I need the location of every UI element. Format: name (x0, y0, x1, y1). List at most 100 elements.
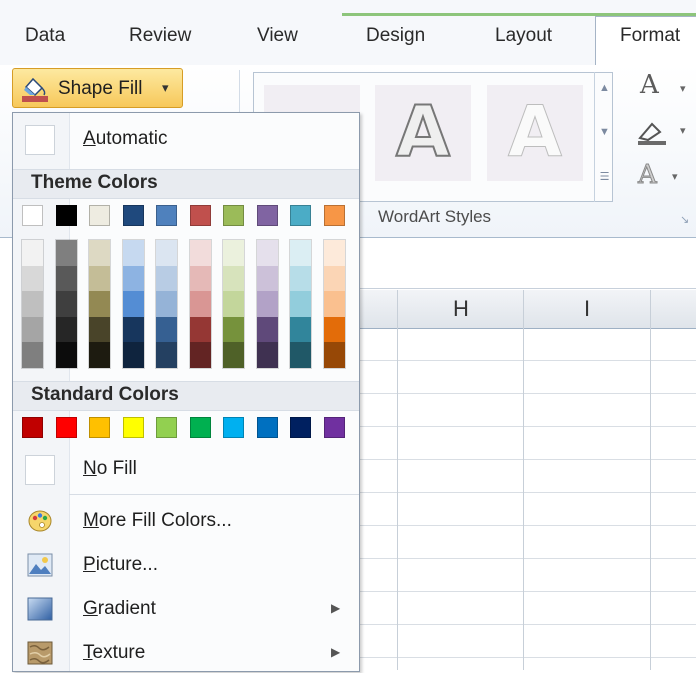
theme-shade-swatch[interactable] (290, 291, 311, 318)
theme-shade-swatch[interactable] (256, 316, 278, 343)
standard-color-swatch[interactable] (22, 417, 43, 438)
theme-shade-swatch[interactable] (323, 240, 345, 266)
chevron-down-icon[interactable]: ▾ (680, 82, 686, 95)
more-fill-colors-item[interactable]: More Fill Colors... (13, 501, 359, 541)
theme-shade-swatch[interactable] (156, 291, 177, 318)
theme-shade-swatch[interactable] (323, 316, 345, 343)
theme-shade-swatch[interactable] (156, 265, 177, 292)
theme-shade-swatch[interactable] (323, 265, 345, 292)
theme-color-swatch[interactable] (290, 205, 311, 226)
theme-shade-swatch[interactable] (290, 342, 311, 369)
theme-shade-swatch[interactable] (223, 342, 244, 369)
theme-shade-swatch[interactable] (323, 291, 345, 318)
text-outline-icon[interactable] (636, 116, 670, 146)
theme-color-swatch[interactable] (122, 205, 144, 226)
theme-shade-swatch[interactable] (189, 265, 211, 292)
text-fill-icon[interactable]: A (640, 70, 659, 100)
theme-shade-swatch[interactable] (256, 342, 278, 369)
tab-view[interactable]: View (257, 25, 298, 47)
tab-layout[interactable]: Layout (495, 25, 552, 47)
theme-shade-swatch[interactable] (290, 265, 311, 292)
theme-shade-swatch[interactable] (22, 316, 43, 343)
dialog-launcher-icon[interactable]: ↘ (680, 213, 689, 226)
gallery-scroll[interactable]: ▲ ▼ ☰ (594, 72, 614, 202)
standard-color-swatch[interactable] (55, 417, 77, 438)
theme-shade-swatch[interactable] (55, 291, 77, 318)
theme-shade-swatch[interactable] (122, 316, 144, 343)
theme-shade-swatch[interactable] (22, 342, 43, 369)
theme-shade-swatch[interactable] (256, 240, 278, 266)
tab-review[interactable]: Review (129, 25, 191, 47)
wordart-style-2[interactable]: A (375, 85, 471, 181)
theme-shade-swatch[interactable] (256, 291, 278, 318)
picture-item[interactable]: Picture... (13, 545, 359, 585)
standard-color-swatch[interactable] (122, 417, 144, 438)
theme-color-swatch[interactable] (256, 205, 278, 226)
column-header-h[interactable]: H (453, 296, 469, 322)
shape-fill-button[interactable]: Shape Fill ▾ (12, 68, 183, 108)
scroll-up-icon[interactable]: ▲ (595, 82, 614, 94)
theme-color-swatch[interactable] (189, 205, 211, 226)
standard-color-swatch[interactable] (290, 417, 311, 438)
standard-color-swatch[interactable] (223, 417, 244, 438)
theme-shade-swatch[interactable] (22, 291, 43, 318)
theme-shade-swatch[interactable] (189, 291, 211, 318)
theme-shade-swatch[interactable] (323, 342, 345, 369)
theme-shade-swatch[interactable] (89, 316, 110, 343)
theme-shade-swatch[interactable] (55, 316, 77, 343)
theme-shade-swatch[interactable] (89, 342, 110, 369)
tab-design[interactable]: Design (366, 25, 425, 47)
theme-shade-swatch[interactable] (156, 316, 177, 343)
theme-shade-swatch[interactable] (122, 342, 144, 369)
standard-color-swatch[interactable] (256, 417, 278, 438)
theme-color-swatch[interactable] (55, 205, 77, 226)
gallery-expand-icon[interactable]: ☰ (595, 170, 614, 183)
theme-shade-swatch[interactable] (256, 265, 278, 292)
theme-shade-swatch[interactable] (89, 240, 110, 266)
standard-color-swatch[interactable] (189, 417, 211, 438)
theme-color-swatch[interactable] (89, 205, 110, 226)
chevron-down-icon[interactable]: ▾ (672, 170, 678, 183)
theme-color-swatch[interactable] (156, 205, 177, 226)
theme-shade-swatch[interactable] (156, 342, 177, 369)
gradient-item[interactable]: Gradient ▶ (13, 589, 359, 629)
theme-shade-swatch[interactable] (223, 265, 244, 292)
theme-shade-swatch[interactable] (189, 342, 211, 369)
worksheet-grid[interactable] (360, 328, 696, 670)
standard-color-swatch[interactable] (89, 417, 110, 438)
theme-color-swatch[interactable] (223, 205, 244, 226)
theme-shade-swatch[interactable] (290, 316, 311, 343)
theme-shade-swatch[interactable] (122, 291, 144, 318)
scroll-down-icon[interactable]: ▼ (595, 126, 614, 138)
theme-shade-swatch[interactable] (22, 265, 43, 292)
theme-shade-swatch[interactable] (223, 240, 244, 266)
chevron-down-icon[interactable]: ▾ (680, 124, 686, 137)
automatic-item[interactable]: Automatic (13, 119, 359, 159)
texture-item[interactable]: Texture ▶ (13, 633, 359, 673)
text-effects-icon[interactable]: A (638, 160, 658, 191)
theme-shade-swatch[interactable] (223, 291, 244, 318)
theme-color-swatch[interactable] (323, 205, 345, 226)
theme-shade-swatch[interactable] (89, 265, 110, 292)
theme-color-swatch[interactable] (22, 205, 43, 226)
theme-shade-swatch[interactable] (122, 265, 144, 292)
theme-shade-swatch[interactable] (223, 316, 244, 343)
formula-bar[interactable] (360, 238, 696, 289)
standard-color-swatch[interactable] (156, 417, 177, 438)
theme-shade-swatch[interactable] (55, 265, 77, 292)
column-header-i[interactable]: I (584, 296, 590, 322)
theme-shade-swatch[interactable] (22, 240, 43, 266)
theme-shade-swatch[interactable] (55, 240, 77, 266)
tab-format[interactable]: Format (620, 25, 680, 47)
theme-shade-swatch[interactable] (55, 342, 77, 369)
theme-shade-swatch[interactable] (89, 291, 110, 318)
theme-shade-swatch[interactable] (189, 240, 211, 266)
theme-shade-swatch[interactable] (290, 240, 311, 266)
theme-shade-swatch[interactable] (189, 316, 211, 343)
standard-color-swatch[interactable] (323, 417, 345, 438)
theme-shade-swatch[interactable] (122, 240, 144, 266)
no-fill-item[interactable]: No Fill (13, 449, 359, 489)
wordart-style-3[interactable]: A (487, 85, 583, 181)
theme-shade-swatch[interactable] (156, 240, 177, 266)
tab-data[interactable]: Data (25, 25, 65, 47)
